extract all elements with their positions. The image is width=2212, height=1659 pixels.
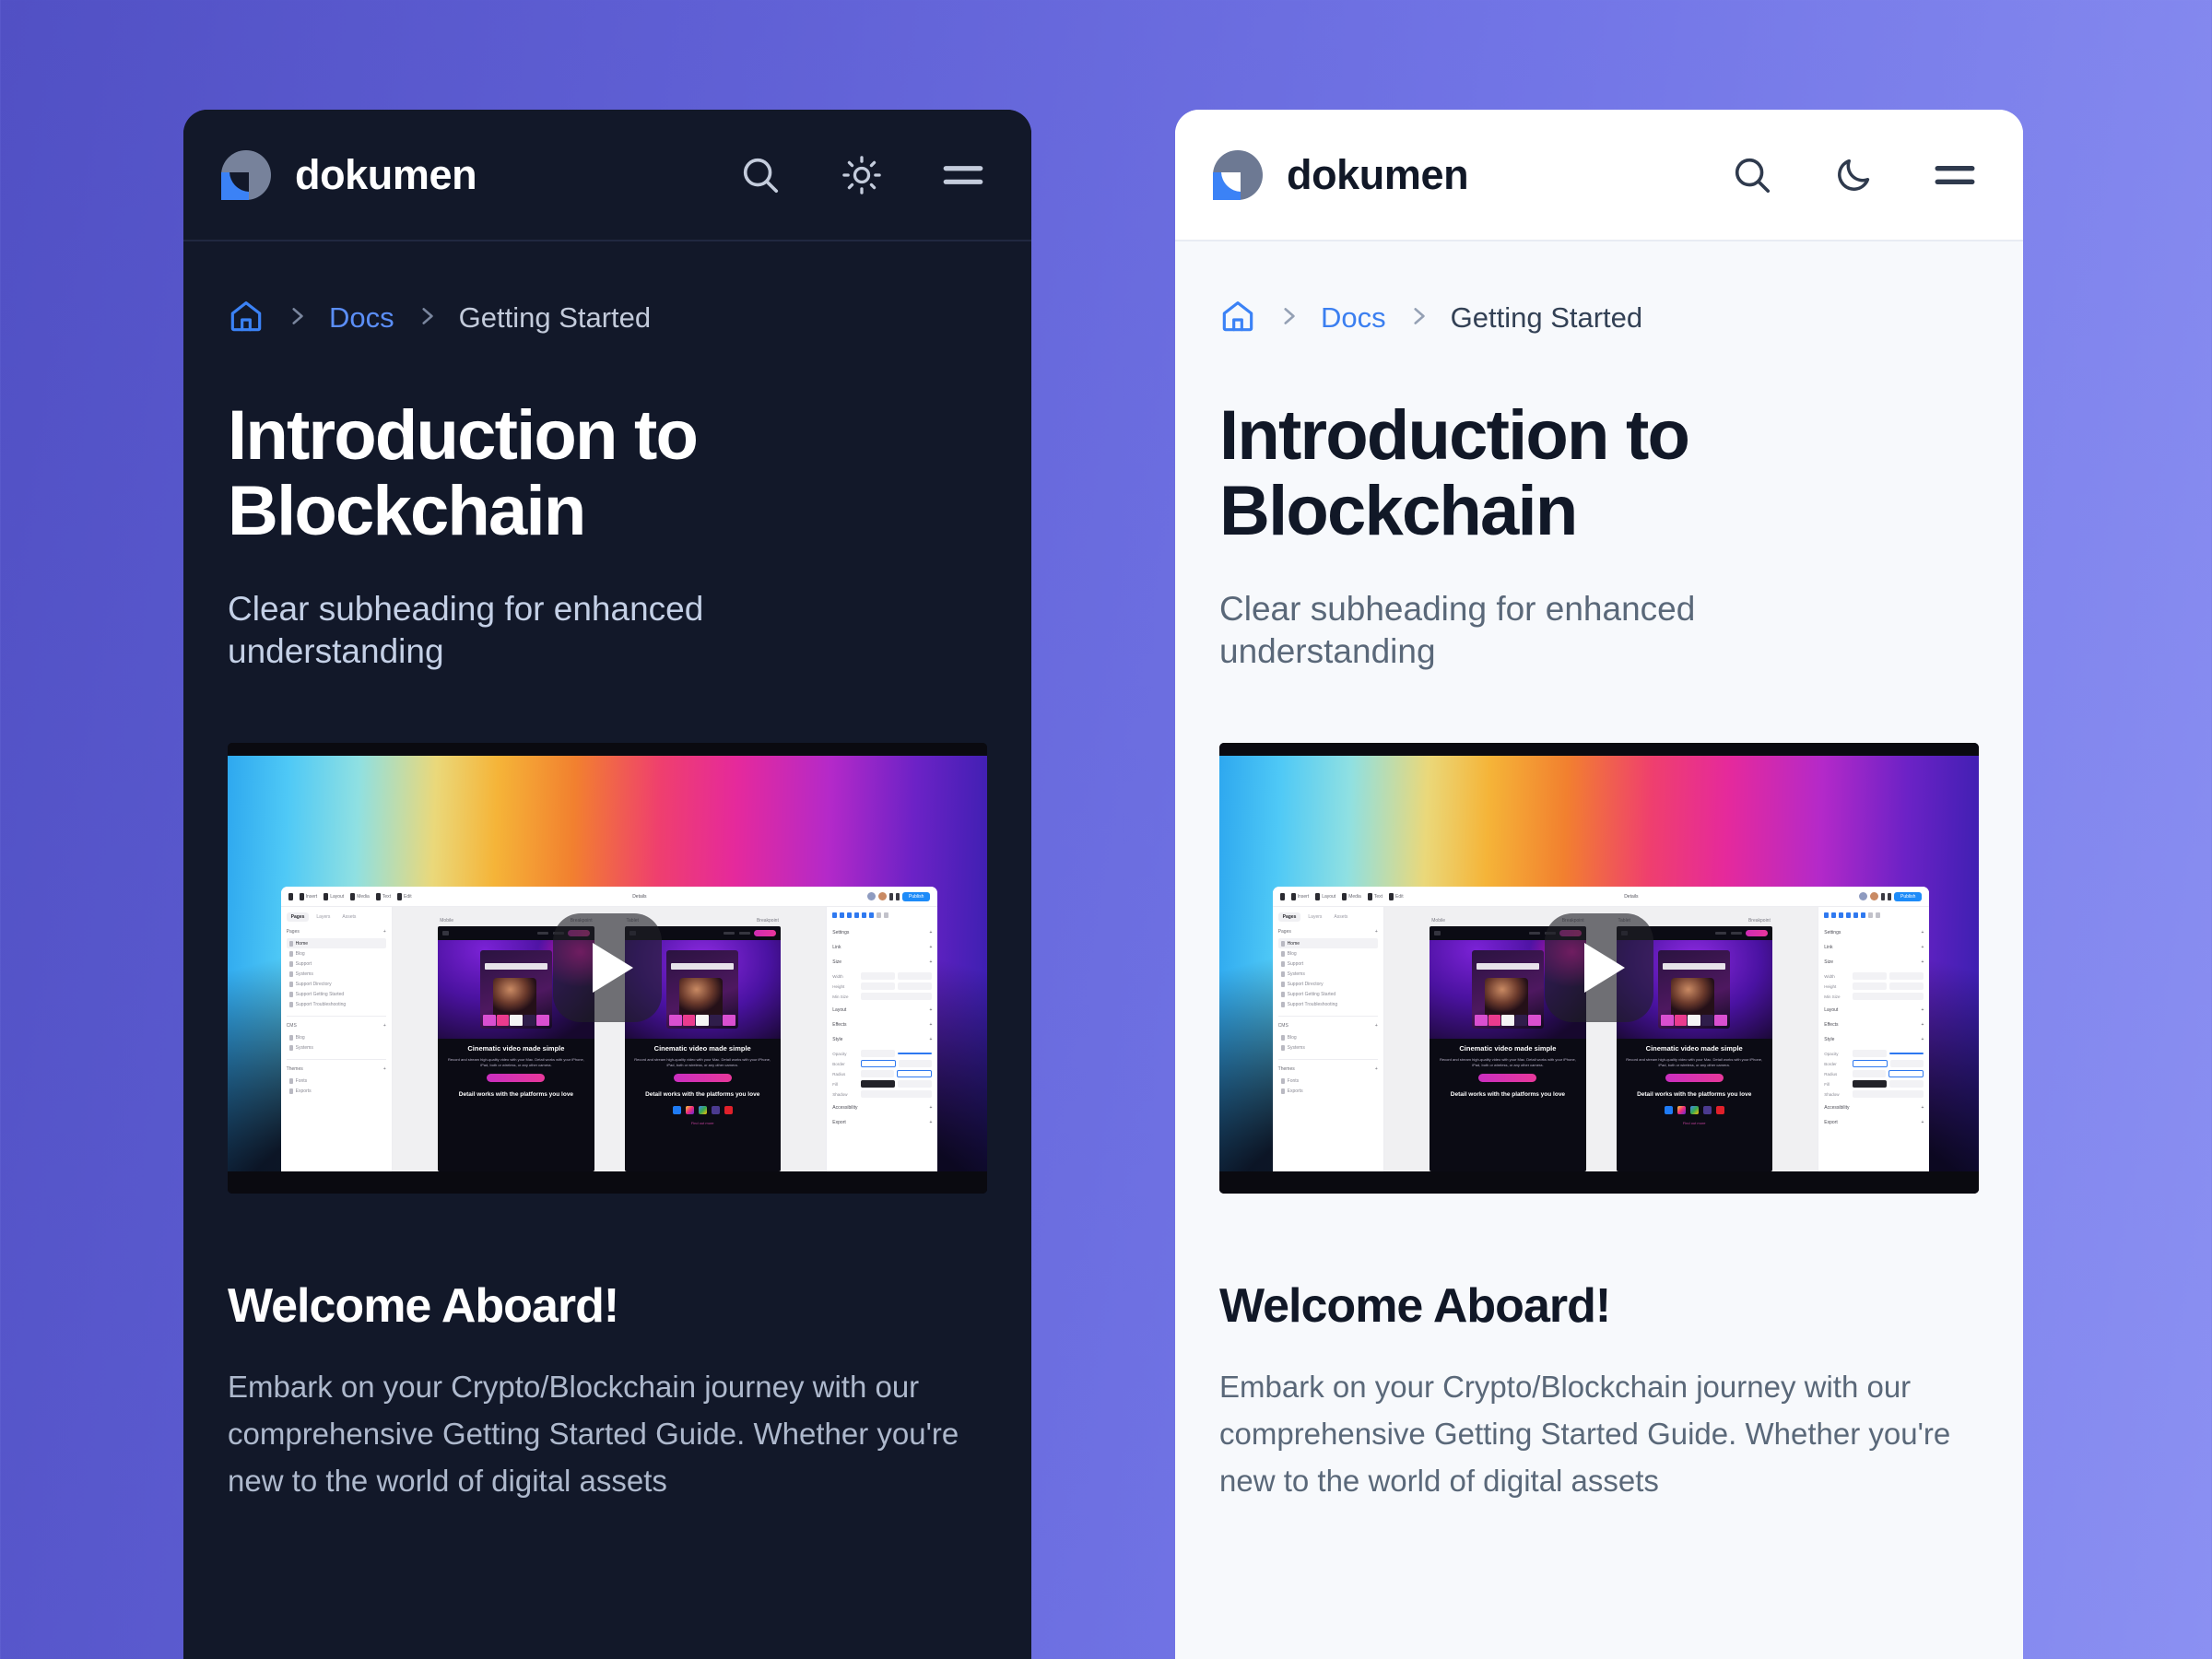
hamburger-menu-icon[interactable]	[1931, 151, 1979, 199]
light-theme-panel: dokumen Docs Getting Started Introductio…	[1175, 110, 2023, 1659]
dokumen-logo-icon	[221, 149, 271, 200]
home-icon[interactable]	[228, 298, 265, 339]
page-content-dark: Docs Getting Started Introduction to Blo…	[183, 241, 1031, 1504]
breadcrumb: Docs Getting Started	[1219, 297, 1979, 339]
dark-theme-panel: dokumen Docs Getting Started Introductio…	[183, 110, 1031, 1659]
brand-light[interactable]: dokumen	[1213, 149, 1469, 200]
home-icon[interactable]	[1219, 298, 1256, 339]
video-thumbnail[interactable]: Insert Layout Media Text Edit Details Pu…	[228, 742, 987, 1194]
breadcrumb-link-docs[interactable]: Docs	[329, 301, 394, 335]
play-icon[interactable]	[553, 913, 662, 1023]
section-title: Welcome Aboard!	[1219, 1278, 1611, 1333]
header-actions-dark	[736, 151, 987, 199]
chevron-right-icon	[415, 304, 439, 333]
brand-name: dokumen	[1287, 150, 1469, 198]
header-actions-light	[1728, 151, 1979, 199]
play-icon[interactable]	[1545, 913, 1653, 1023]
chevron-right-icon	[1406, 304, 1430, 333]
moon-icon[interactable]	[1830, 151, 1877, 199]
brand-dark[interactable]: dokumen	[221, 149, 477, 200]
section-body: Embark on your Crypto/Blockchain journey…	[1219, 1369, 1951, 1499]
page-content-light: Docs Getting Started Introduction to Blo…	[1175, 241, 2023, 1504]
site-header-dark: dokumen	[183, 110, 1031, 241]
chevron-right-icon	[285, 304, 309, 333]
search-icon[interactable]	[1728, 151, 1776, 199]
site-header-light: dokumen	[1175, 110, 2023, 241]
hamburger-menu-icon[interactable]	[939, 151, 987, 199]
search-icon[interactable]	[736, 151, 784, 199]
video-thumbnail[interactable]: Insert Layout Media Text Edit Details Pu…	[1219, 742, 1979, 1194]
page-title: Introduction to Blockchain	[228, 396, 699, 551]
dokumen-logo-icon	[1213, 149, 1263, 200]
breadcrumb: Docs Getting Started	[228, 297, 987, 339]
breadcrumb-link-docs[interactable]: Docs	[1321, 301, 1386, 335]
page-subheading: Clear subheading for enhanced understand…	[228, 590, 704, 671]
page-subheading: Clear subheading for enhanced understand…	[1219, 590, 1696, 671]
comparison-stage: dokumen Docs Getting Started Introductio…	[0, 0, 2212, 1659]
page-title: Introduction to Blockchain	[1219, 396, 1690, 551]
section-title: Welcome Aboard!	[228, 1278, 619, 1333]
chevron-right-icon	[1277, 304, 1300, 333]
breadcrumb-current: Getting Started	[458, 301, 652, 334]
breadcrumb-current: Getting Started	[1450, 301, 1643, 334]
brand-name: dokumen	[295, 150, 477, 198]
section-body: Embark on your Crypto/Blockchain journey…	[228, 1369, 959, 1499]
sun-icon[interactable]	[838, 151, 886, 199]
